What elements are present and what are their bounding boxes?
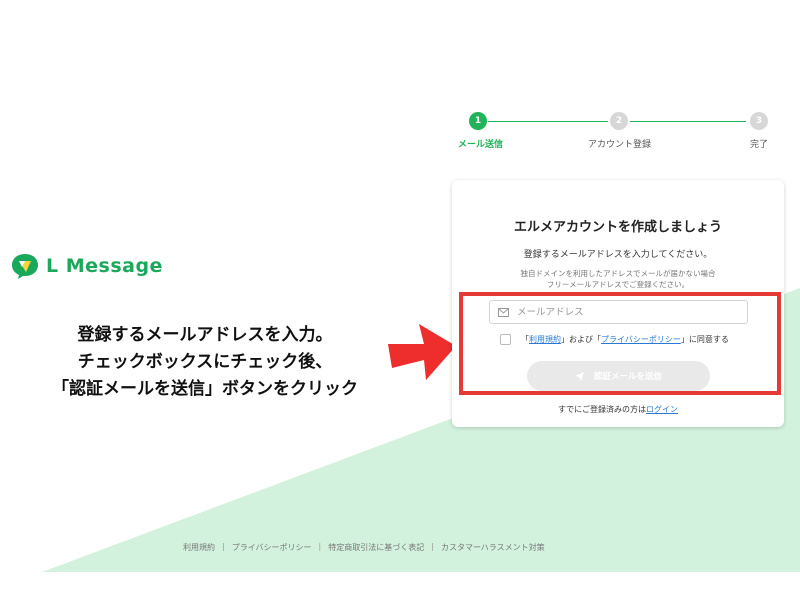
card-note-line-1: 独自ドメインを利用したアドレスでメールが届かない場合	[520, 269, 716, 278]
step-3-circle: 3	[750, 112, 768, 130]
footer-links: 利用規約 | プライバシーポリシー | 特定商取引法に基づく表記 | カスタマー…	[183, 542, 545, 553]
footer-commerce-law-link[interactable]: 特定商取引法に基づく表記	[328, 542, 424, 553]
highlight-box	[459, 292, 781, 395]
footer-terms-link[interactable]: 利用規約	[183, 542, 215, 553]
step-connector	[488, 121, 608, 122]
step-2-circle: 2	[610, 112, 628, 130]
logo: L Message	[10, 252, 163, 280]
login-prefix: すでにご登録済みの方は	[558, 405, 646, 414]
instruction-line-1: 登録するメールアドレスを入力。	[77, 325, 333, 345]
step-2-label: アカウント登録	[588, 140, 652, 150]
footer-separator: |	[431, 542, 434, 551]
footer-harassment-policy-link[interactable]: カスタマーハラスメント対策	[441, 542, 545, 553]
card-subtitle: 登録するメールアドレスを入力してください。	[523, 250, 713, 260]
instruction-line-2: チェックボックスにチェック後、	[77, 352, 333, 372]
logo-text: L Message	[46, 255, 163, 277]
footer-separator: |	[222, 542, 225, 551]
login-link[interactable]: ログイン	[646, 405, 678, 414]
speech-bubble-logo-icon	[12, 254, 38, 279]
step-connector	[630, 121, 746, 122]
step-3-label: 完了	[750, 140, 769, 150]
step-1-label: メール送信	[458, 140, 504, 150]
step-1-circle: 1	[469, 112, 487, 130]
right-arrow-icon	[388, 324, 456, 380]
footer-separator: |	[318, 542, 322, 551]
card-note-line-2: フリーメールアドレスでご登録ください。	[546, 280, 690, 289]
instruction-line-3: 「認証メールを送信」ボタンをクリック	[52, 379, 358, 399]
progress-stepper: 1 2 3 メール送信 アカウント登録 完了	[440, 110, 780, 160]
card-title: エルメアカウントを作成しましょう	[513, 220, 722, 235]
instruction-text: 登録するメールアドレスを入力。 チェックボックスにチェック後、 「認証メールを送…	[25, 322, 385, 403]
login-row: すでにご登録済みの方はログイン	[452, 404, 784, 415]
footer-privacy-link[interactable]: プライバシーポリシー	[232, 542, 312, 553]
card-note: 独自ドメインを利用したアドレスでメールが届かない場合 フリーメールアドレスでご登…	[452, 268, 784, 290]
